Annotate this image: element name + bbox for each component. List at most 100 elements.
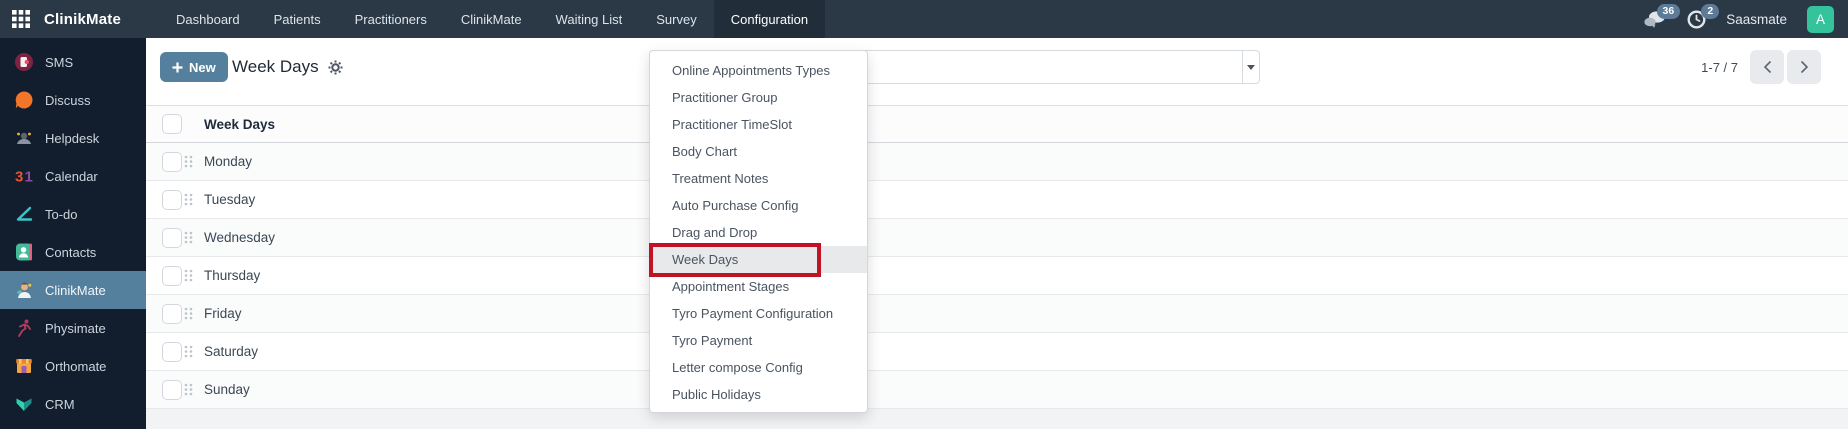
- sidebar-item-contacts[interactable]: Contacts: [0, 233, 146, 271]
- row-checkbox[interactable]: [162, 341, 182, 362]
- table-header-row: Week Days: [146, 105, 1848, 143]
- top-menu: Dashboard Patients Practitioners ClinikM…: [159, 0, 826, 38]
- sidebar-item-physimate[interactable]: Physimate: [0, 309, 146, 347]
- menu-item-treatment-notes[interactable]: Treatment Notes: [650, 165, 867, 192]
- sidebar-item-helpdesk[interactable]: Helpdesk: [0, 119, 146, 157]
- sidebar-item-label: Physimate: [45, 320, 106, 336]
- sidebar-item-discuss[interactable]: Discuss: [0, 81, 146, 119]
- top-menu-practitioners[interactable]: Practitioners: [338, 0, 444, 38]
- top-menu-waiting-list[interactable]: Waiting List: [539, 0, 640, 38]
- select-all-checkbox[interactable]: [162, 114, 182, 134]
- pager-next-button[interactable]: [1787, 50, 1821, 84]
- messages-icon[interactable]: 36: [1643, 3, 1681, 29]
- sidebar-item-todo[interactable]: To-do: [0, 195, 146, 233]
- app-window: ClinikMate Dashboard Patients Practition…: [0, 0, 1848, 429]
- gear-icon[interactable]: [328, 60, 343, 75]
- main-content: New Week Days 1-7 / 7 Week Days Monday T…: [146, 38, 1848, 429]
- table-row[interactable]: Monday: [146, 143, 1848, 181]
- brand-title[interactable]: ClinikMate: [42, 0, 131, 38]
- sidebar: SMS Discuss Helpdesk 3 1 Calendar To-do …: [0, 38, 146, 429]
- menu-item-week-days[interactable]: Week Days: [650, 246, 867, 273]
- table-row[interactable]: Thursday: [146, 257, 1848, 295]
- top-menu-survey[interactable]: Survey: [639, 0, 713, 38]
- drag-handle-icon[interactable]: [184, 193, 193, 206]
- sms-icon: [14, 52, 34, 72]
- table-row[interactable]: Tuesday: [146, 181, 1848, 219]
- orthomate-icon: [14, 356, 34, 376]
- drag-handle-icon[interactable]: [184, 231, 193, 244]
- activity-clock-icon[interactable]: 2: [1687, 3, 1720, 29]
- crm-icon: [14, 394, 34, 414]
- control-panel: New Week Days 1-7 / 7: [146, 38, 1848, 105]
- menu-item-body-chart[interactable]: Body Chart: [650, 138, 867, 165]
- menu-item-tyro-payment[interactable]: Tyro Payment: [650, 327, 867, 354]
- top-menu-clinikmate[interactable]: ClinikMate: [444, 0, 539, 38]
- drag-handle-icon[interactable]: [184, 155, 193, 168]
- messages-badge: 36: [1656, 3, 1681, 19]
- row-label: Tuesday: [204, 192, 256, 207]
- sidebar-item-orthomate[interactable]: Orthomate: [0, 347, 146, 385]
- calendar-icon: 3 1: [14, 166, 34, 186]
- top-menu-configuration[interactable]: Configuration: [713, 0, 826, 38]
- menu-item-drag-and-drop[interactable]: Drag and Drop: [650, 219, 867, 246]
- table-row[interactable]: Saturday: [146, 333, 1848, 371]
- row-checkbox[interactable]: [162, 379, 182, 400]
- new-button-label: New: [189, 59, 216, 75]
- table-row[interactable]: Wednesday: [146, 219, 1848, 257]
- physimate-icon: [14, 318, 34, 338]
- table-row[interactable]: Sunday: [146, 371, 1848, 409]
- sidebar-item-label: ClinikMate: [45, 282, 106, 298]
- drag-handle-icon[interactable]: [184, 307, 193, 320]
- topbar-right: 36 2 Saasmate A: [1643, 0, 1848, 38]
- row-checkbox[interactable]: [162, 227, 182, 248]
- sidebar-item-calendar[interactable]: 3 1 Calendar: [0, 157, 146, 195]
- content-footer-area: [146, 409, 1848, 429]
- menu-item-tyro-payment-configuration[interactable]: Tyro Payment Configuration: [650, 300, 867, 327]
- activity-badge: 2: [1701, 3, 1720, 19]
- sidebar-item-crm[interactable]: CRM: [0, 385, 146, 423]
- pager-range[interactable]: 1-7 / 7: [1701, 60, 1738, 75]
- week-days-table: Week Days Monday Tuesday Wednesday Thurs…: [146, 105, 1848, 409]
- new-button[interactable]: New: [160, 52, 228, 82]
- menu-item-letter-compose-config[interactable]: Letter compose Config: [650, 354, 867, 381]
- drag-handle-icon[interactable]: [184, 383, 193, 396]
- sidebar-item-clinikmate[interactable]: ClinikMate: [0, 271, 146, 309]
- apps-grid-icon[interactable]: [0, 0, 42, 38]
- page-title: Week Days: [232, 57, 319, 76]
- sidebar-item-label: To-do: [45, 206, 78, 222]
- row-checkbox[interactable]: [162, 303, 182, 324]
- menu-item-appointment-stages[interactable]: Appointment Stages: [650, 273, 867, 300]
- todo-icon: [14, 204, 34, 224]
- row-checkbox[interactable]: [162, 151, 182, 172]
- menu-item-auto-purchase-config[interactable]: Auto Purchase Config: [650, 192, 867, 219]
- menu-item-public-holidays[interactable]: Public Holidays: [650, 381, 867, 408]
- row-label: Wednesday: [204, 230, 276, 245]
- sidebar-item-label: Orthomate: [45, 358, 107, 374]
- drag-handle-icon[interactable]: [184, 269, 193, 282]
- table-row[interactable]: Friday: [146, 295, 1848, 333]
- discuss-icon: [14, 90, 34, 110]
- sidebar-item-sms[interactable]: SMS: [0, 43, 146, 81]
- sidebar-item-label: Calendar: [45, 168, 98, 184]
- menu-item-practitioner-group[interactable]: Practitioner Group: [650, 84, 867, 111]
- search-dropdown-toggle[interactable]: [1242, 51, 1259, 83]
- row-label: Sunday: [204, 382, 250, 397]
- pager: 1-7 / 7: [1701, 50, 1821, 84]
- clinikmate-icon: [14, 280, 34, 300]
- row-checkbox[interactable]: [162, 265, 182, 286]
- row-checkbox[interactable]: [162, 189, 182, 210]
- top-menu-dashboard[interactable]: Dashboard: [159, 0, 257, 38]
- helpdesk-icon: [14, 128, 34, 148]
- pager-prev-button[interactable]: [1750, 50, 1784, 84]
- user-menu[interactable]: Saasmate: [1726, 12, 1787, 27]
- drag-handle-icon[interactable]: [184, 345, 193, 358]
- avatar[interactable]: A: [1807, 5, 1834, 33]
- sidebar-item-label: Helpdesk: [45, 130, 100, 146]
- menu-item-practitioner-timeslot[interactable]: Practitioner TimeSlot: [650, 111, 867, 138]
- column-header-week-days: Week Days: [204, 116, 276, 132]
- contacts-icon: [14, 242, 34, 262]
- chevron-left-icon: [1763, 60, 1771, 74]
- menu-item-online-appointments-types[interactable]: Online Appointments Types: [650, 57, 867, 84]
- top-menu-patients[interactable]: Patients: [257, 0, 338, 38]
- sidebar-item-label: Discuss: [45, 92, 91, 108]
